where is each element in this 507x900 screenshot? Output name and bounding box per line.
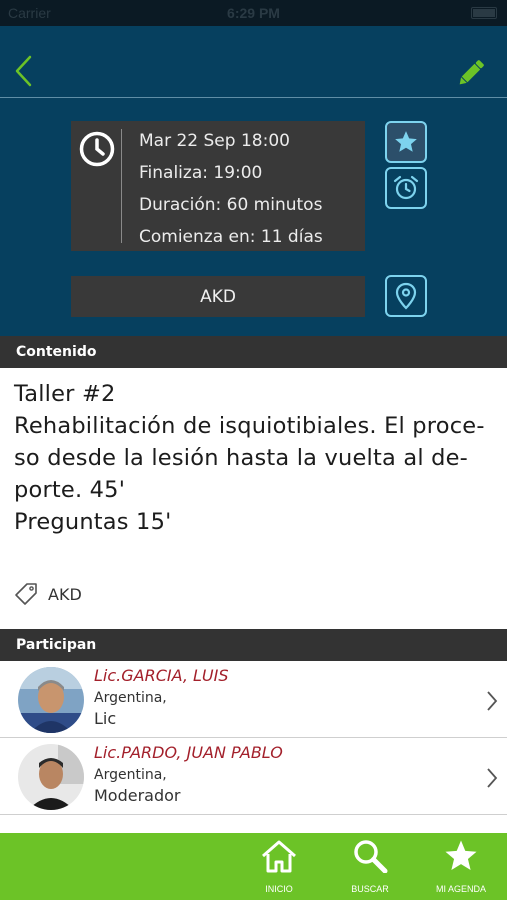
schedule-divider <box>121 129 122 243</box>
content-section-header: Contenido <box>0 336 507 368</box>
event-duration: Duración: 60 minutos <box>139 195 323 215</box>
chevron-right-icon <box>487 691 498 711</box>
back-button[interactable] <box>12 54 36 88</box>
nav-divider <box>0 97 507 98</box>
tag-row[interactable]: AKD <box>14 580 82 608</box>
event-description: Taller #2 Rehabilitación de isquiotibial… <box>14 378 494 538</box>
event-header-panel: Mar 22 Sep 18:00 Finaliza: 19:00 Duració… <box>0 26 507 336</box>
status-time: 6:29 PM <box>227 5 280 21</box>
tab-buscar[interactable]: BUSCAR <box>335 833 405 900</box>
avatar <box>18 744 84 810</box>
description-line: so desde la lesión hasta la vuelta al de… <box>14 445 468 471</box>
chevron-right-icon <box>487 768 498 788</box>
favorite-button[interactable] <box>385 121 427 163</box>
event-starts-in: Comienza en: 11 días <box>139 227 323 247</box>
status-bar: Carrier 6:29 PM <box>0 0 507 26</box>
event-end: Finaliza: 19:00 <box>139 163 263 183</box>
pencil-icon <box>459 60 484 85</box>
tab-bar: INICIO BUSCAR MI AGENDA <box>0 833 507 900</box>
edit-button[interactable] <box>454 56 488 90</box>
participant-row[interactable]: Lic.GARCIA, LUIS Argentina, Lic <box>0 661 507 738</box>
tag-label: AKD <box>48 584 82 604</box>
alarm-clock-icon <box>393 175 419 200</box>
alarm-button[interactable] <box>385 167 427 209</box>
event-start: Mar 22 Sep 18:00 <box>139 131 290 151</box>
description-line: Preguntas 15' <box>14 509 172 535</box>
location-button[interactable] <box>385 275 427 317</box>
participants-section-header: Participan <box>0 629 507 661</box>
home-icon <box>262 840 296 873</box>
participant-row[interactable]: Lic.PARDO, JUAN PABLO Argentina, Moderad… <box>0 738 507 815</box>
tag-icon <box>15 583 37 605</box>
tab-label: MI AGENDA <box>435 884 486 894</box>
search-icon <box>354 840 388 873</box>
description-line: porte. 45' <box>14 477 126 503</box>
chevron-left-icon <box>15 55 32 87</box>
battery-icon <box>471 7 497 19</box>
participant-country: Argentina, <box>94 767 167 783</box>
event-place: AKD <box>71 276 365 317</box>
avatar <box>18 667 84 733</box>
schedule-box: Mar 22 Sep 18:00 Finaliza: 19:00 Duració… <box>71 121 365 251</box>
clock-icon <box>79 131 115 167</box>
tab-inicio[interactable]: INICIO <box>244 833 314 900</box>
participant-name: Lic.GARCIA, LUIS <box>94 666 229 685</box>
tab-mi-agenda[interactable]: MI AGENDA <box>426 833 496 900</box>
participant-name: Lic.PARDO, JUAN PABLO <box>94 743 283 762</box>
map-pin-icon <box>395 282 417 310</box>
tab-label: INICIO <box>265 884 293 894</box>
description-line: Rehabilitación de isquiotibiales. El pro… <box>14 413 485 439</box>
participant-country: Argentina, <box>94 690 167 706</box>
participant-role: Lic <box>94 709 117 728</box>
participant-role: Moderador <box>94 786 181 805</box>
tab-label: BUSCAR <box>351 884 389 894</box>
star-icon <box>445 840 477 871</box>
star-icon <box>395 131 417 152</box>
description-line: Taller #2 <box>14 381 116 407</box>
